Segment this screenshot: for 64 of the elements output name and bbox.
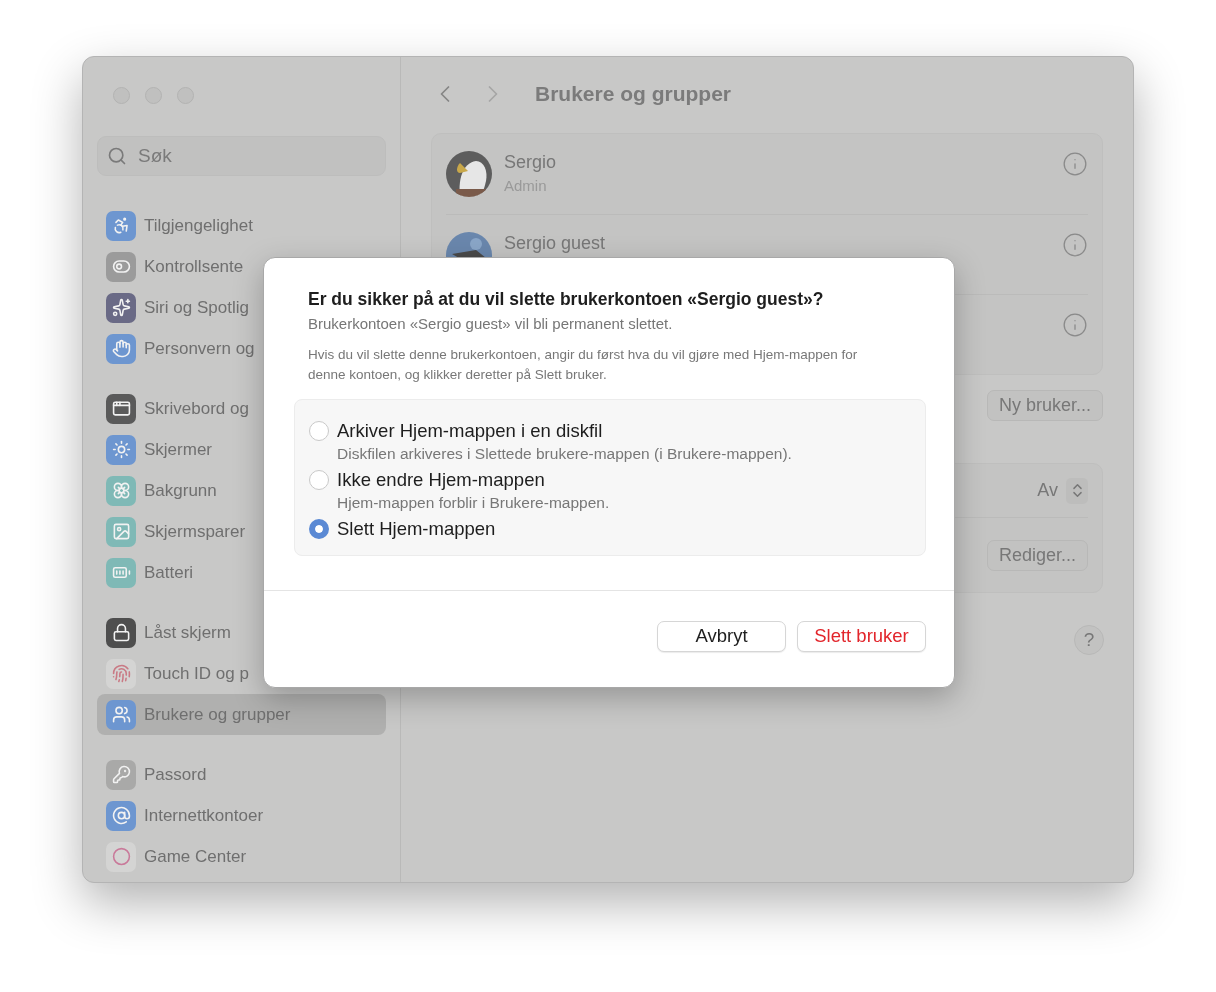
info-icon[interactable] xyxy=(1062,151,1088,177)
radio-button[interactable] xyxy=(309,519,329,539)
toggle-icon xyxy=(106,251,136,282)
sidebar-label: Kontrollsente xyxy=(144,256,244,277)
people-icon xyxy=(106,699,136,730)
search-field[interactable]: Søk xyxy=(97,136,386,176)
radio-button[interactable] xyxy=(309,421,329,441)
sidebar-item[interactable]: Internettkontoer xyxy=(97,795,386,836)
sidebar-label: Touch ID og p xyxy=(144,663,249,684)
sidebar-label: Game Center xyxy=(144,846,247,867)
sidebar-label: Skjermer xyxy=(144,439,212,460)
delete-button[interactable]: Slett bruker xyxy=(797,620,926,652)
option-label: Arkiver Hjem-mappen i en diskfil xyxy=(337,420,603,442)
screen-icon xyxy=(106,516,136,547)
lock-icon xyxy=(106,617,136,648)
sparkle-icon xyxy=(106,292,136,323)
sidebar-label: Batteri xyxy=(144,562,194,583)
sidebar-item[interactable]: Passord xyxy=(97,754,386,795)
option-label: Ikke endre Hjem-mappen xyxy=(337,469,545,491)
sidebar-item[interactable]: Game Center xyxy=(97,836,386,877)
page-title: Brukere og grupper xyxy=(535,82,732,106)
dialog-title: Er du sikker på at du vil slette brukerkontoen «Sergio guest»? xyxy=(308,289,825,310)
sidebar-item[interactable]: Tilgjengelighet xyxy=(97,205,386,246)
user-name: Sergio xyxy=(504,152,558,173)
sidebar-item[interactable]: Touch ID og p xyxy=(97,653,386,694)
sidebar-item[interactable]: Brukere og grupper xyxy=(97,694,386,735)
user-name: Sergio guest xyxy=(504,233,607,254)
sidebar-label: Personvern og xyxy=(144,338,255,359)
popup-value[interactable]: Av xyxy=(1037,480,1058,501)
sidebar-label: Skjermsparer xyxy=(144,521,246,542)
battery-icon xyxy=(106,557,136,588)
accessibility-icon xyxy=(106,210,136,241)
sidebar-label: Låst skjerm xyxy=(144,622,231,643)
help-button[interactable]: ? xyxy=(1074,625,1104,655)
sidebar-item[interactable]: Låst skjerm xyxy=(97,612,386,653)
key-icon xyxy=(106,759,136,790)
option-description: Diskfilen arkiveres i Slettede brukere-mappen (i Brukere-mappen). xyxy=(336,445,793,463)
sidebar-label: Brukere og grupper xyxy=(144,704,291,725)
info-icon[interactable] xyxy=(1062,232,1088,258)
at-sign-icon xyxy=(106,800,136,831)
cancel-button[interactable]: Avbryt xyxy=(657,620,786,652)
sidebar-item[interactable]: Batteri xyxy=(97,552,386,593)
sidebar-label: Tilgjengelighet xyxy=(144,215,253,236)
option-label: Slett Hjem-mappen xyxy=(337,518,496,540)
sun-icon xyxy=(106,434,136,465)
dialog-subtitle: Brukerkontoen «Sergio guest» vil bli permanent slettet. xyxy=(308,315,674,332)
sidebar-label: Bakgrunn xyxy=(144,480,217,501)
radio-button[interactable] xyxy=(309,470,329,490)
sidebar-item[interactable]: Kontrollsente xyxy=(97,246,386,287)
search-icon xyxy=(107,146,127,166)
flower-icon xyxy=(106,475,136,506)
window-icon xyxy=(106,393,136,424)
info-icon[interactable] xyxy=(1062,312,1088,338)
edit-button[interactable]: Rediger... xyxy=(986,539,1088,571)
sidebar-label: Skrivebord og xyxy=(144,398,249,419)
option-description: Hjem-mappen forblir i Brukere-mappen. xyxy=(336,494,611,512)
dialog-message: Hvis du vil slette denne brukerkontoen, angir du først hva du vil gjøre med Hjem-mappen for denne kontoen, og klikker deretter på Slett bruker. xyxy=(308,346,859,384)
sidebar-label: Passord xyxy=(144,764,207,785)
sidebar-label: Siri og Spotlig xyxy=(144,297,249,318)
fingerprint-icon xyxy=(106,658,136,689)
hand-icon xyxy=(106,333,136,364)
new-user-button[interactable]: Ny bruker... xyxy=(986,390,1103,421)
stepper-icon[interactable] xyxy=(1066,477,1088,504)
sidebar-label: Internettkontoer xyxy=(144,805,264,826)
